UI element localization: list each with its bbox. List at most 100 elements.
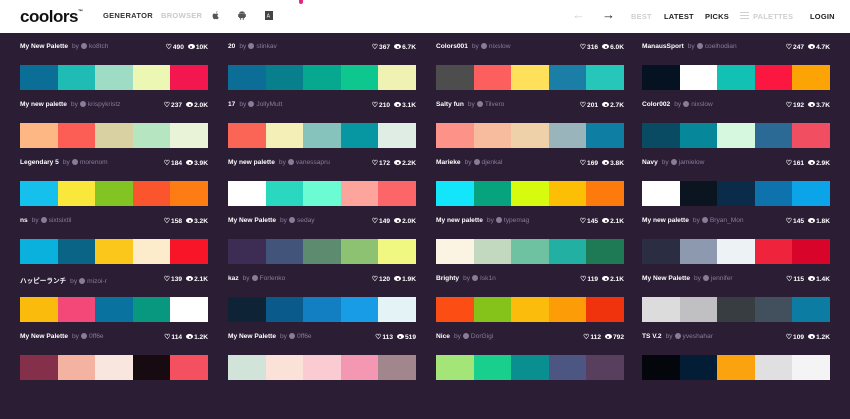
like-icon[interactable]: ♡	[372, 159, 378, 167]
color-swatch[interactable]	[792, 355, 830, 380]
palette-author[interactable]: 0ff6e	[89, 333, 104, 340]
palette-author[interactable]: jamielow	[679, 159, 705, 166]
color-swatch[interactable]	[548, 297, 587, 322]
palette-name[interactable]: TS V.2	[642, 333, 662, 340]
color-swatch[interactable]	[20, 65, 58, 90]
palette-name[interactable]: ManausSport	[642, 43, 684, 50]
palette-swatches[interactable]	[20, 239, 208, 264]
palette-author[interactable]: jennifer	[711, 275, 733, 282]
color-swatch[interactable]	[303, 297, 341, 322]
palette-card[interactable]: My new palette by krispykristz ♡237 2.0K	[20, 101, 208, 153]
color-swatch[interactable]	[792, 239, 830, 264]
like-icon[interactable]: ♡	[164, 101, 170, 109]
color-swatch[interactable]	[170, 297, 208, 322]
palette-card[interactable]: My New Palette by ko8tch ♡490 10K	[20, 43, 208, 95]
nav-palettes-link[interactable]: PALETTES	[753, 12, 793, 21]
color-swatch[interactable]	[265, 123, 304, 148]
like-icon[interactable]: ♡	[580, 101, 586, 109]
color-swatch[interactable]	[642, 355, 680, 380]
color-swatch[interactable]	[642, 297, 680, 322]
color-swatch[interactable]	[265, 65, 304, 90]
palette-card[interactable]: 20 by stinkav ♡367 6.7K	[228, 43, 416, 95]
palette-name[interactable]: My New Palette	[228, 217, 276, 224]
color-swatch[interactable]	[303, 239, 341, 264]
palette-card[interactable]: ManausSport by coelhodian ♡247 4.7K	[642, 43, 830, 95]
like-icon[interactable]: ♡	[166, 43, 172, 51]
palette-card[interactable]: 17 by JollyMutt ♡210 3.1K	[228, 101, 416, 153]
color-swatch[interactable]	[378, 65, 416, 90]
palette-swatches[interactable]	[228, 65, 416, 90]
color-swatch[interactable]	[340, 355, 379, 380]
like-icon[interactable]: ♡	[786, 217, 792, 225]
palette-name[interactable]: My new palette	[642, 217, 689, 224]
color-swatch[interactable]	[57, 181, 96, 206]
color-swatch[interactable]	[303, 123, 341, 148]
color-swatch[interactable]	[792, 181, 830, 206]
color-swatch[interactable]	[303, 181, 341, 206]
palette-name[interactable]: Nice	[436, 333, 450, 340]
color-swatch[interactable]	[548, 65, 587, 90]
palette-card[interactable]: My New Palette by 0ff6e ♡113 519	[228, 333, 416, 385]
previous-page-arrow-icon[interactable]: ←	[572, 7, 585, 22]
color-swatch[interactable]	[586, 123, 624, 148]
apple-icon[interactable]	[212, 11, 220, 20]
color-swatch[interactable]	[95, 355, 133, 380]
palette-author[interactable]: 0ff6e	[297, 333, 312, 340]
palette-card[interactable]: My new palette by typemag ♡145 2.1K	[436, 217, 624, 269]
palette-card[interactable]: My new palette by Bryan_Mon ♡145 1.8K	[642, 217, 830, 269]
color-swatch[interactable]	[95, 181, 133, 206]
color-swatch[interactable]	[754, 297, 793, 322]
color-swatch[interactable]	[378, 355, 416, 380]
palette-swatches[interactable]	[436, 297, 624, 322]
color-swatch[interactable]	[511, 181, 549, 206]
palette-author[interactable]: Bryan_Mon	[710, 217, 744, 224]
palette-author[interactable]: coelhodian	[705, 43, 737, 50]
color-swatch[interactable]	[586, 65, 624, 90]
color-swatch[interactable]	[473, 123, 512, 148]
palette-card[interactable]: ns by sixtsixtil ♡158 3.2K	[20, 217, 208, 269]
palette-card[interactable]: My New Palette by seday ♡149 2.0K	[228, 217, 416, 269]
color-swatch[interactable]	[228, 297, 266, 322]
color-swatch[interactable]	[20, 297, 58, 322]
palette-name[interactable]: 20	[228, 43, 235, 50]
nav-generator-link[interactable]: GENERATOR	[103, 11, 153, 20]
palette-swatches[interactable]	[436, 355, 624, 380]
like-icon[interactable]: ♡	[786, 275, 792, 283]
like-icon[interactable]: ♡	[583, 333, 589, 341]
color-swatch[interactable]	[436, 239, 474, 264]
color-swatch[interactable]	[473, 65, 512, 90]
color-swatch[interactable]	[473, 239, 512, 264]
palette-author[interactable]: seday	[297, 217, 315, 224]
color-swatch[interactable]	[170, 181, 208, 206]
color-swatch[interactable]	[717, 239, 755, 264]
palette-author[interactable]: Isk1n	[480, 275, 496, 282]
color-swatch[interactable]	[340, 123, 379, 148]
like-icon[interactable]: ♡	[164, 333, 170, 341]
palette-author[interactable]: yveshahar	[683, 333, 713, 340]
color-swatch[interactable]	[57, 65, 96, 90]
color-swatch[interactable]	[132, 239, 171, 264]
color-swatch[interactable]	[340, 65, 379, 90]
color-swatch[interactable]	[265, 355, 304, 380]
color-swatch[interactable]	[170, 355, 208, 380]
color-swatch[interactable]	[586, 181, 624, 206]
color-swatch[interactable]	[642, 181, 680, 206]
palette-card[interactable]: ハッピーランチ by mizoi-r ♡139 2.1K	[20, 275, 208, 327]
color-swatch[interactable]	[132, 181, 171, 206]
palette-name[interactable]: kaz	[228, 275, 239, 282]
color-swatch[interactable]	[642, 123, 680, 148]
color-swatch[interactable]	[792, 297, 830, 322]
color-swatch[interactable]	[754, 181, 793, 206]
like-icon[interactable]: ♡	[372, 217, 378, 225]
palette-name[interactable]: My New Palette	[20, 43, 68, 50]
color-swatch[interactable]	[548, 355, 587, 380]
like-icon[interactable]: ♡	[786, 333, 792, 341]
palette-swatches[interactable]	[642, 65, 830, 90]
palette-author[interactable]: nixslow	[691, 101, 713, 108]
palette-author[interactable]: vanessapru	[296, 159, 330, 166]
color-swatch[interactable]	[679, 355, 718, 380]
color-swatch[interactable]	[679, 65, 718, 90]
palette-swatches[interactable]	[642, 239, 830, 264]
palette-swatches[interactable]	[642, 181, 830, 206]
color-swatch[interactable]	[132, 65, 171, 90]
